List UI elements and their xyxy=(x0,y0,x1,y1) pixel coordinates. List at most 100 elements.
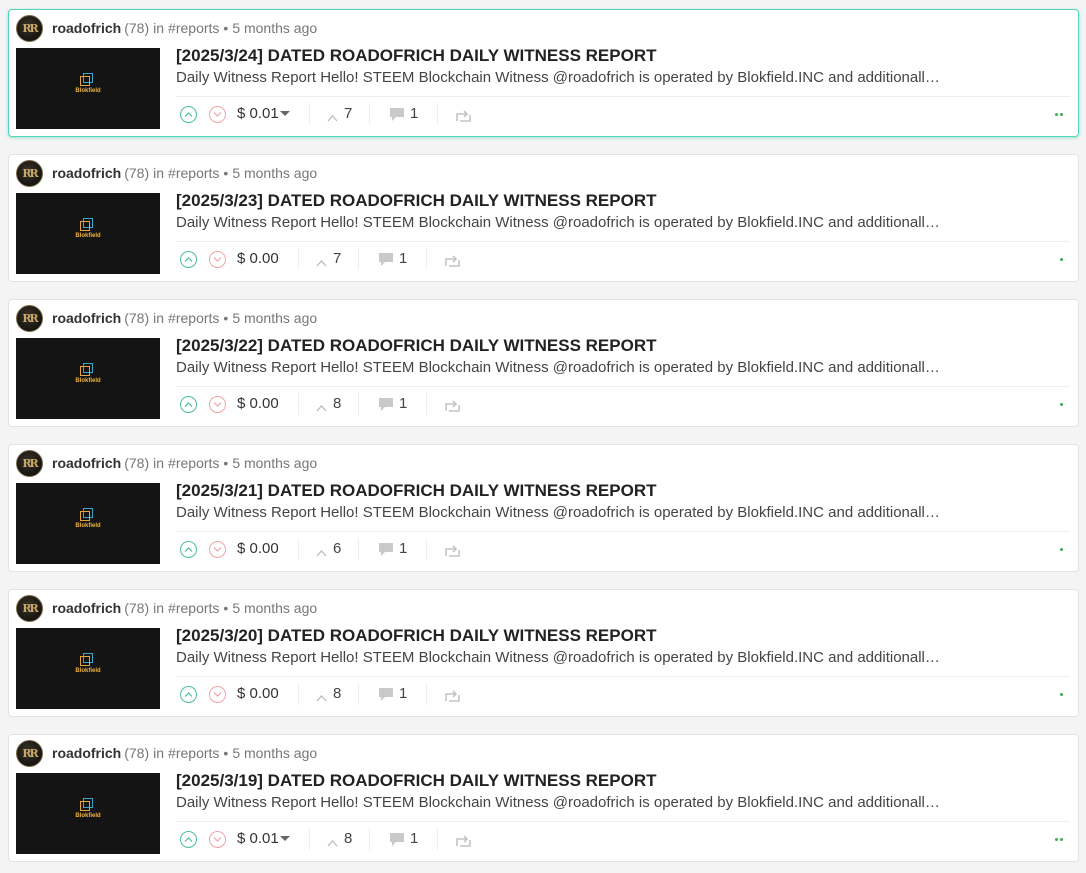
post-title[interactable]: [2025/3/19] DATED ROADOFRICH DAILY WITNE… xyxy=(176,771,657,791)
comment-count[interactable]: 1 xyxy=(399,395,407,412)
avatar[interactable]: RR xyxy=(16,739,43,767)
upvote-button[interactable] xyxy=(180,251,197,268)
payout-amount[interactable]: $ 0.00 xyxy=(237,685,279,702)
resteem-icon[interactable] xyxy=(445,399,460,417)
resteem-icon[interactable] xyxy=(456,834,471,852)
author-link[interactable]: roadofrich xyxy=(52,165,121,181)
tag-link[interactable]: #reports xyxy=(168,165,219,181)
post-card[interactable]: RR roadofrich (78) in #reports • 5 months ago B… xyxy=(8,299,1079,427)
post-thumbnail[interactable]: Blokfield xyxy=(16,628,160,709)
post-card[interactable]: RR roadofrich (78) in #reports • 5 months ago B… xyxy=(8,734,1079,862)
downvote-button[interactable] xyxy=(209,831,226,848)
post-thumbnail[interactable]: Blokfield xyxy=(16,773,160,854)
upvote-button[interactable] xyxy=(180,396,197,413)
tag-link[interactable]: #reports xyxy=(168,600,219,616)
divider xyxy=(369,103,370,125)
downvote-button[interactable] xyxy=(209,251,226,268)
comment-icon[interactable] xyxy=(378,687,394,707)
post-thumbnail[interactable]: Blokfield xyxy=(16,48,160,129)
comment-icon[interactable] xyxy=(389,107,405,127)
post-card[interactable]: RR roadofrich (78) in #reports • 5 months ago B… xyxy=(8,9,1079,137)
comment-icon[interactable] xyxy=(389,832,405,852)
resteem-icon[interactable] xyxy=(456,109,471,127)
avatar[interactable]: RR xyxy=(16,159,43,187)
tag-link[interactable]: #reports xyxy=(168,310,219,326)
post-title[interactable]: [2025/3/21] DATED ROADOFRICH DAILY WITNE… xyxy=(176,481,657,501)
downvote-button[interactable] xyxy=(209,396,226,413)
downvote-button[interactable] xyxy=(209,541,226,558)
post-time[interactable]: 5 months ago xyxy=(232,745,317,761)
post-time[interactable]: 5 months ago xyxy=(232,165,317,181)
post-actions: $ 0.00 8 1 xyxy=(176,676,1070,709)
author-link[interactable]: roadofrich xyxy=(52,455,121,471)
post-thumbnail[interactable]: Blokfield xyxy=(16,338,160,419)
post-title[interactable]: [2025/3/23] DATED ROADOFRICH DAILY WITNE… xyxy=(176,191,657,211)
upvote-button[interactable] xyxy=(180,541,197,558)
post-excerpt[interactable]: Daily Witness Report Hello! STEEM Blockc… xyxy=(176,214,946,231)
payout-amount[interactable]: $ 0.00 xyxy=(237,395,279,412)
logo-wordmark: Blokfield xyxy=(75,88,101,94)
avatar[interactable]: RR xyxy=(16,449,43,477)
post-excerpt[interactable]: Daily Witness Report Hello! STEEM Blockc… xyxy=(176,649,946,666)
divider xyxy=(437,103,438,125)
divider xyxy=(298,683,299,705)
payout-amount[interactable]: $ 0.00 xyxy=(237,250,279,267)
payout-amount[interactable]: $ 0.01 xyxy=(237,830,279,847)
payout-dropdown-icon[interactable] xyxy=(280,111,290,116)
vote-count[interactable]: 6 xyxy=(333,540,341,557)
status-dots xyxy=(1058,403,1063,407)
tag-link[interactable]: #reports xyxy=(168,20,219,36)
post-card[interactable]: RR roadofrich (78) in #reports • 5 months ago B… xyxy=(8,589,1079,717)
comment-count[interactable]: 1 xyxy=(399,540,407,557)
upvote-button[interactable] xyxy=(180,831,197,848)
post-excerpt[interactable]: Daily Witness Report Hello! STEEM Blockc… xyxy=(176,359,946,376)
tag-link[interactable]: #reports xyxy=(168,745,219,761)
avatar[interactable]: RR xyxy=(16,594,43,622)
post-excerpt[interactable]: Daily Witness Report Hello! STEEM Blockc… xyxy=(176,504,946,521)
comment-icon[interactable] xyxy=(378,542,394,562)
avatar[interactable]: RR xyxy=(16,14,43,42)
author-link[interactable]: roadofrich xyxy=(52,600,121,616)
tag-link[interactable]: #reports xyxy=(168,455,219,471)
avatar[interactable]: RR xyxy=(16,304,43,332)
logo-box-orange xyxy=(80,801,90,811)
post-time[interactable]: 5 months ago xyxy=(232,20,317,36)
post-excerpt[interactable]: Daily Witness Report Hello! STEEM Blockc… xyxy=(176,69,946,86)
comment-count[interactable]: 1 xyxy=(410,105,418,122)
resteem-icon[interactable] xyxy=(445,254,460,272)
resteem-icon[interactable] xyxy=(445,689,460,707)
post-time[interactable]: 5 months ago xyxy=(232,455,317,471)
post-title[interactable]: [2025/3/22] DATED ROADOFRICH DAILY WITNE… xyxy=(176,336,657,356)
vote-count[interactable]: 7 xyxy=(344,105,352,122)
vote-count[interactable]: 8 xyxy=(333,395,341,412)
resteem-icon[interactable] xyxy=(445,544,460,562)
post-title[interactable]: [2025/3/24] DATED ROADOFRICH DAILY WITNE… xyxy=(176,46,657,66)
comment-count[interactable]: 1 xyxy=(410,830,418,847)
post-title[interactable]: [2025/3/20] DATED ROADOFRICH DAILY WITNE… xyxy=(176,626,657,646)
payout-amount[interactable]: $ 0.00 xyxy=(237,540,279,557)
in-label: in xyxy=(153,310,165,326)
comment-count[interactable]: 1 xyxy=(399,250,407,267)
post-time[interactable]: 5 months ago xyxy=(232,310,317,326)
payout-dropdown-icon[interactable] xyxy=(280,836,290,841)
vote-count[interactable]: 8 xyxy=(344,830,352,847)
upvote-button[interactable] xyxy=(180,106,197,123)
author-link[interactable]: roadofrich xyxy=(52,310,121,326)
downvote-button[interactable] xyxy=(209,686,226,703)
author-link[interactable]: roadofrich xyxy=(52,745,121,761)
vote-count[interactable]: 7 xyxy=(333,250,341,267)
vote-count[interactable]: 8 xyxy=(333,685,341,702)
post-thumbnail[interactable]: Blokfield xyxy=(16,193,160,274)
payout-amount[interactable]: $ 0.01 xyxy=(237,105,279,122)
post-time[interactable]: 5 months ago xyxy=(232,600,317,616)
downvote-button[interactable] xyxy=(209,106,226,123)
post-card[interactable]: RR roadofrich (78) in #reports • 5 months ago B… xyxy=(8,154,1079,282)
author-link[interactable]: roadofrich xyxy=(52,20,121,36)
comment-count[interactable]: 1 xyxy=(399,685,407,702)
comment-icon[interactable] xyxy=(378,397,394,417)
post-excerpt[interactable]: Daily Witness Report Hello! STEEM Blockc… xyxy=(176,794,946,811)
post-card[interactable]: RR roadofrich (78) in #reports • 5 months ago B… xyxy=(8,444,1079,572)
upvote-button[interactable] xyxy=(180,686,197,703)
comment-icon[interactable] xyxy=(378,252,394,272)
post-thumbnail[interactable]: Blokfield xyxy=(16,483,160,564)
